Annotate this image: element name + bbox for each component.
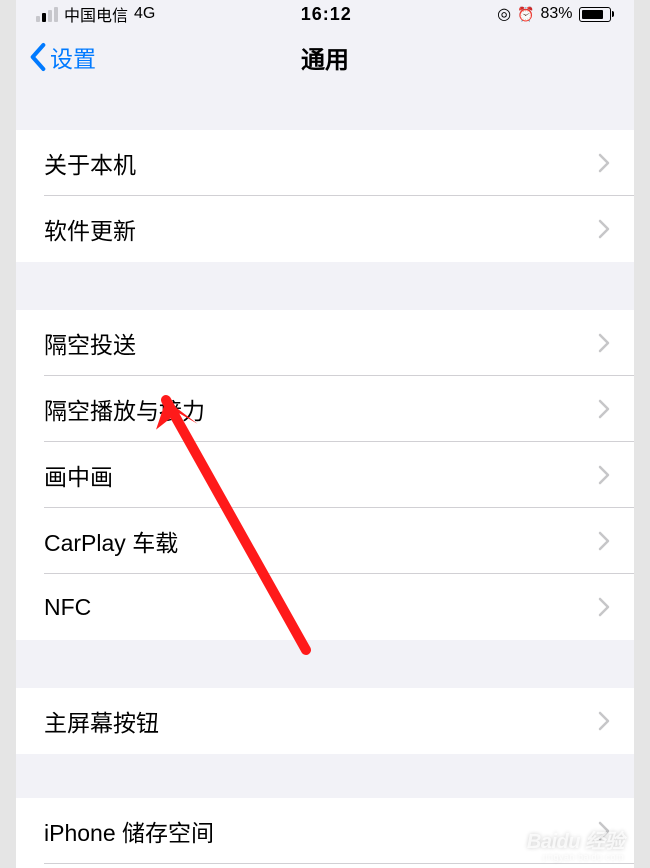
chevron-right-icon bbox=[598, 531, 610, 551]
chevron-right-icon bbox=[598, 597, 610, 617]
row-label: 关于本机 bbox=[44, 146, 136, 180]
group-connectivity: 隔空投送 隔空播放与接力 画中画 CarPlay 车载 NFC bbox=[16, 310, 634, 640]
chevron-right-icon bbox=[598, 153, 610, 173]
back-button[interactable]: 设置 bbox=[30, 40, 96, 74]
chevron-right-icon bbox=[598, 465, 610, 485]
signal-icon bbox=[36, 7, 58, 22]
row-label: 隔空投送 bbox=[44, 326, 136, 360]
status-left: 中国电信 4G bbox=[36, 2, 155, 26]
general-settings-screen: 中国电信 4G 16:12 ◎ ⏰ 83% 设置 通用 关于本机 bbox=[16, 0, 634, 868]
row-label: 画中画 bbox=[44, 458, 113, 492]
back-label: 设置 bbox=[50, 40, 96, 74]
row-label: 主屏幕按钮 bbox=[44, 704, 159, 738]
watermark-main: Baidu 经验 bbox=[527, 831, 624, 853]
row-home-button[interactable]: 主屏幕按钮 bbox=[16, 688, 634, 754]
watermark: Baidu 经验 jingyan.baidu.com bbox=[527, 825, 624, 862]
page-title: 通用 bbox=[301, 40, 349, 75]
status-bar: 中国电信 4G 16:12 ◎ ⏰ 83% bbox=[16, 0, 634, 28]
row-background-app-refresh[interactable]: 后台App刷新 bbox=[16, 864, 634, 868]
row-about[interactable]: 关于本机 bbox=[16, 130, 634, 196]
battery-icon bbox=[579, 7, 615, 22]
row-label: NFC bbox=[44, 594, 91, 621]
carrier-label: 中国电信 bbox=[64, 2, 128, 26]
group-home-button: 主屏幕按钮 bbox=[16, 688, 634, 754]
nav-bar: 设置 通用 bbox=[16, 28, 634, 86]
alarm-icon: ⏰ bbox=[517, 6, 534, 23]
scroll-area[interactable]: 关于本机 软件更新 隔空投送 隔空播放与接力 画中画 CarPlay bbox=[16, 86, 634, 868]
row-label: 隔空播放与接力 bbox=[44, 392, 205, 426]
row-airdrop[interactable]: 隔空投送 bbox=[16, 310, 634, 376]
row-label: CarPlay 车载 bbox=[44, 524, 178, 558]
status-right: ◎ ⏰ 83% bbox=[497, 4, 614, 24]
network-label: 4G bbox=[134, 5, 155, 23]
row-carplay[interactable]: CarPlay 车载 bbox=[16, 508, 634, 574]
row-airplay-handoff[interactable]: 隔空播放与接力 bbox=[16, 376, 634, 442]
watermark-sub: jingyan.baidu.com bbox=[527, 852, 624, 862]
chevron-right-icon bbox=[598, 333, 610, 353]
chevron-right-icon bbox=[598, 711, 610, 731]
chevron-left-icon bbox=[30, 42, 46, 72]
chevron-right-icon bbox=[598, 219, 610, 239]
row-nfc[interactable]: NFC bbox=[16, 574, 634, 640]
row-label: iPhone 储存空间 bbox=[44, 814, 214, 848]
status-time: 16:12 bbox=[301, 4, 352, 25]
compass-icon: ◎ bbox=[497, 4, 511, 24]
chevron-right-icon bbox=[598, 399, 610, 419]
row-label: 软件更新 bbox=[44, 212, 136, 246]
battery-percent: 83% bbox=[540, 5, 572, 23]
row-software-update[interactable]: 软件更新 bbox=[16, 196, 634, 262]
group-about: 关于本机 软件更新 bbox=[16, 130, 634, 262]
row-picture-in-picture[interactable]: 画中画 bbox=[16, 442, 634, 508]
